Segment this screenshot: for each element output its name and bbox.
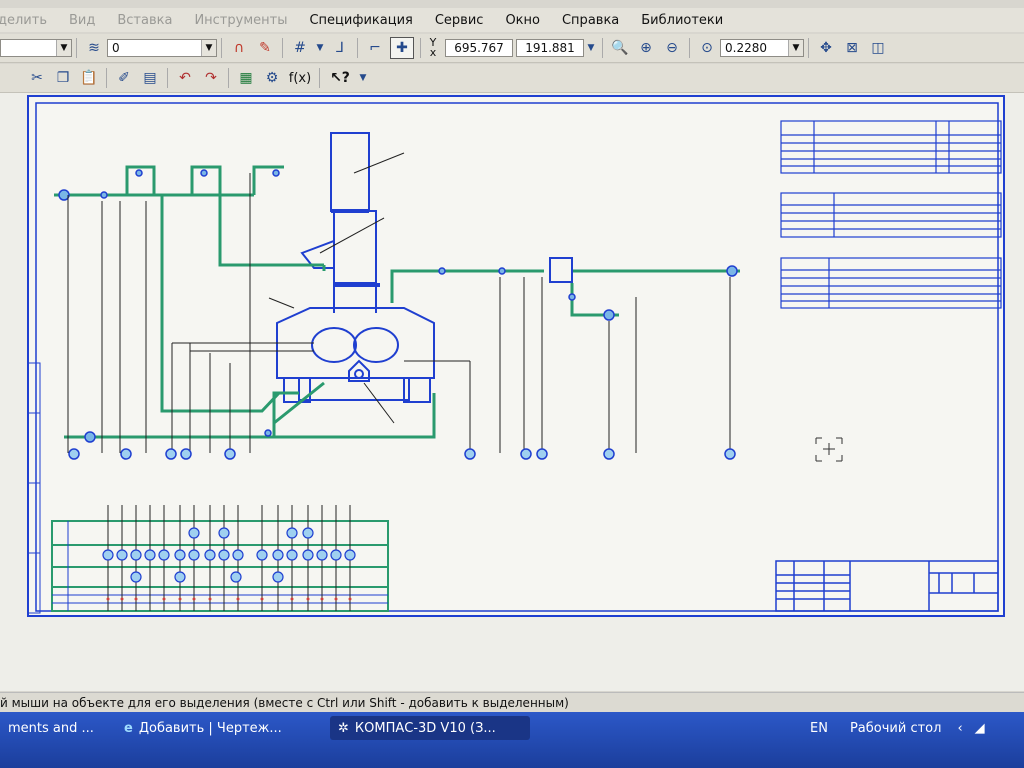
toolbar-standard: ✂ ❐ 📋 ✐ ▤ ↶ ↷ ▦ ⚙ f(x) ↖? ▼ (0, 64, 1024, 93)
toolbar-separator (167, 68, 168, 88)
coord-label: Y x (425, 37, 441, 59)
cut-icon[interactable]: ✂ (26, 68, 48, 88)
help-mark: ? (341, 70, 350, 86)
zoom-in-icon[interactable]: ⊕ (635, 38, 657, 58)
menu-item-tools[interactable]: Инструменты (194, 13, 287, 28)
chevron-down-icon[interactable]: ▼ (201, 40, 216, 56)
zoom-combo-value: 0.2280 (725, 41, 767, 55)
chevron-down-icon[interactable]: ▼ (358, 68, 368, 88)
grid-icon[interactable]: # (289, 38, 311, 58)
chevron-down-icon[interactable]: ▼ (56, 40, 71, 56)
toolbar-separator (808, 38, 809, 58)
refresh-icon[interactable]: ◫ (867, 38, 889, 58)
format-brush-icon[interactable]: ✐ (113, 68, 135, 88)
menu-item-specification[interactable]: Спецификация (309, 13, 412, 28)
coord-x-field[interactable]: 695.767 (445, 39, 513, 57)
toolbar-properties: ▼ ≋ 0 ▼ ∩ ✎ # ▼ ⅃ ⌐ ✚ Y x 695.767 191.88… (0, 34, 1024, 63)
toolbar-separator (221, 38, 222, 58)
toolbar-separator (689, 38, 690, 58)
sheet-outer-frame (27, 95, 1005, 617)
taskbar-item-browser[interactable]: e Добавить | Чертеж... (116, 716, 326, 740)
toolbar-separator (357, 38, 358, 58)
ie-icon: e (124, 720, 133, 736)
menu-bar: делить Вид Вставка Инструменты Специфика… (0, 8, 1024, 32)
toolbar-separator (282, 38, 283, 58)
taskbar-item-documents[interactable]: ments and ... (0, 716, 112, 740)
paste-icon[interactable]: 📋 (78, 68, 100, 88)
menu-item-insert[interactable]: Вставка (117, 13, 172, 28)
language-indicator[interactable]: EN (810, 721, 828, 736)
coord-y-field[interactable]: 191.881 (516, 39, 584, 57)
magnet-icon[interactable]: ∩ (228, 38, 250, 58)
layers-icon[interactable]: ≋ (83, 38, 105, 58)
arrow-pointer-icon: ↖ (330, 70, 342, 86)
toolbar-separator (420, 38, 421, 58)
redo-icon[interactable]: ↷ (200, 68, 222, 88)
ortho-icon[interactable]: ⌐ (364, 38, 386, 58)
status-hint: й мыши на объекте для его выделения (вме… (0, 696, 569, 710)
zoom-scale-icon[interactable]: ⊙ (696, 38, 718, 58)
zoom-combo[interactable]: 0.2280 ▼ (720, 39, 804, 57)
windows-taskbar: ments and ... e Добавить | Чертеж... ✲ К… (0, 712, 1024, 768)
undo-icon[interactable]: ↶ (174, 68, 196, 88)
snap-icon[interactable]: ✚ (390, 37, 414, 59)
taskbar-item-label: КОМПАС-3D V10 (З... (354, 720, 496, 736)
toolbar-separator (76, 38, 77, 58)
properties-icon[interactable]: ▤ (139, 68, 161, 88)
toolbar-separator (319, 68, 320, 88)
chevron-down-icon[interactable]: ▼ (788, 40, 803, 56)
menu-item-view[interactable]: Вид (69, 13, 95, 28)
chevron-down-icon[interactable]: ▼ (315, 38, 325, 58)
library-icon[interactable]: ⚙ (261, 68, 283, 88)
heat-exchanger (549, 257, 573, 283)
zoom-window-icon[interactable]: 🔍 (609, 38, 631, 58)
pan-icon[interactable]: ✥ (815, 38, 837, 58)
style-combo[interactable]: ▼ (0, 39, 72, 57)
toolbar-separator (106, 68, 107, 88)
taskbar-item-label: Добавить | Чертеж... (138, 720, 282, 736)
local-cs-icon[interactable]: ⅃ (329, 38, 351, 58)
taskbar-item-label: ments and ... (8, 720, 94, 736)
fit-all-icon[interactable]: ⊠ (841, 38, 863, 58)
copy-icon[interactable]: ❐ (52, 68, 74, 88)
layer-combo[interactable]: 0 ▼ (107, 39, 217, 57)
speaker-icon[interactable]: ◢ (975, 721, 985, 736)
coord-label-x: x (429, 46, 437, 59)
menu-item-libraries[interactable]: Библиотеки (641, 13, 723, 28)
menu-item-select[interactable]: делить (0, 13, 47, 28)
kompas-icon: ✲ (338, 720, 349, 736)
zoom-out-icon[interactable]: ⊖ (661, 38, 683, 58)
toolbar-separator (228, 68, 229, 88)
desktop-toolbar-label[interactable]: Рабочий стол (850, 721, 941, 736)
chevron-down-icon[interactable]: ▼ (586, 38, 596, 58)
taskbar-item-kompas[interactable]: ✲ КОМПАС-3D V10 (З... (330, 716, 530, 740)
chevron-left-icon[interactable]: ‹ (957, 721, 962, 736)
manager-icon[interactable]: ▦ (235, 68, 257, 88)
status-bar: й мыши на объекте для его выделения (вме… (0, 692, 1024, 713)
drawing-workspace[interactable] (0, 93, 1024, 691)
eraser-icon[interactable]: ✎ (254, 38, 276, 58)
menu-item-help[interactable]: Справка (562, 13, 619, 28)
variables-icon[interactable]: f(x) (287, 68, 313, 88)
menu-item-service[interactable]: Сервис (435, 13, 484, 28)
toolbar-separator (602, 38, 603, 58)
context-help-icon[interactable]: ↖? (326, 68, 354, 88)
drawing-sheet[interactable] (24, 93, 1009, 618)
menu-item-window[interactable]: Окно (505, 13, 540, 28)
layer-combo-value: 0 (112, 41, 120, 55)
system-tray: EN Рабочий стол ‹ ◢ (810, 716, 1024, 740)
